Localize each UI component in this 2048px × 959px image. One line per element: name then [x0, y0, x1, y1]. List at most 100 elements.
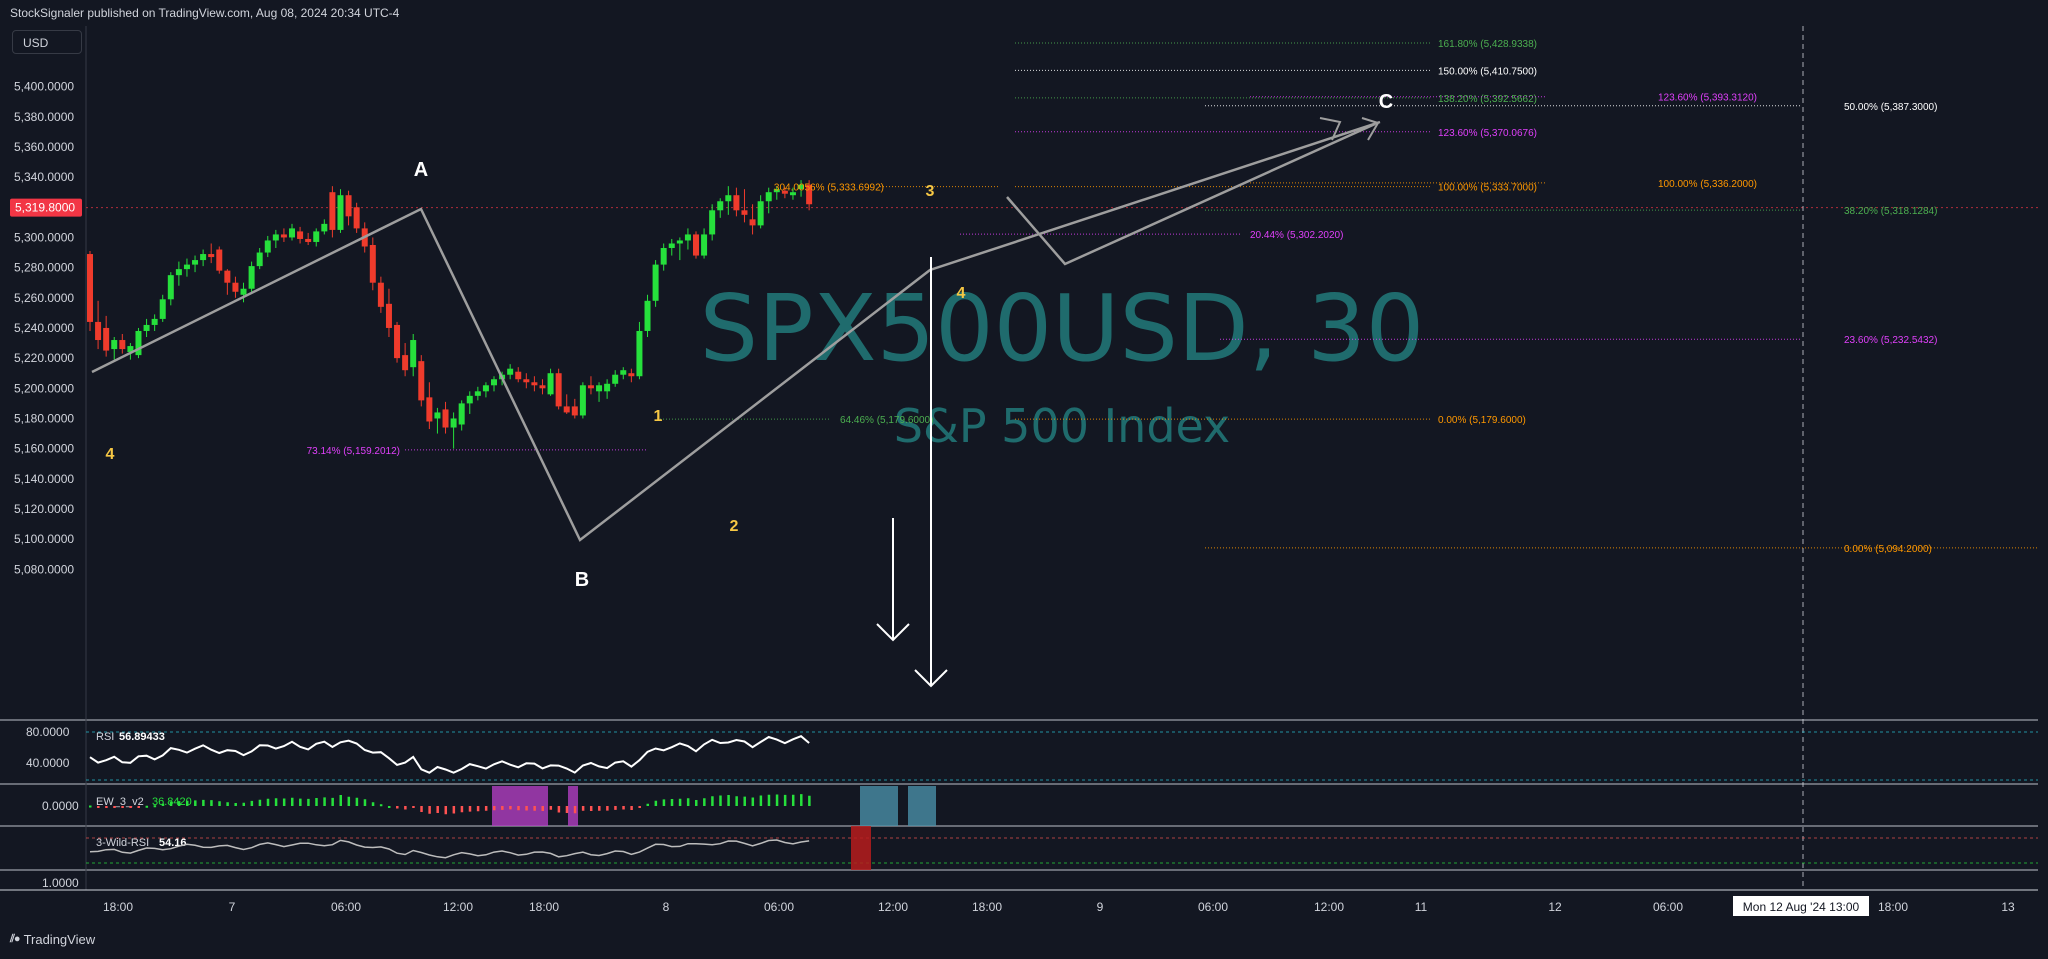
time-tick-label: 12:00 — [443, 900, 473, 914]
ew-histogram-bar — [250, 800, 254, 806]
candle-body — [418, 361, 425, 401]
ew-histogram-bar — [396, 806, 399, 809]
candle-body — [410, 340, 417, 368]
candle-body — [200, 254, 207, 261]
candle-body — [563, 406, 570, 413]
ew-histogram-bar — [581, 806, 585, 811]
time-tick-label: 06:00 — [1653, 900, 1683, 914]
ew-histogram-bar — [161, 803, 165, 806]
ew-histogram-bar — [695, 800, 698, 806]
candle-body — [135, 330, 142, 356]
fib-level-label: 304.0056% (5,333.6992) — [774, 183, 884, 194]
ew-histogram-bar — [185, 800, 189, 806]
fib-level-label: 50.00% (5,387.3000) — [1844, 102, 1937, 113]
fib-level-label: 100.00% (5,336.2000) — [1658, 179, 1757, 190]
ew-histogram-bar — [468, 806, 472, 812]
fib-level-label: 0.00% (5,094.2000) — [1844, 544, 1932, 555]
ew-histogram-bar — [218, 801, 221, 806]
time-tick-label: 8 — [663, 900, 670, 914]
ew-histogram-bar — [549, 806, 553, 810]
watermark-symbol: SPX500USD, 30 — [700, 275, 1425, 382]
fib-level-label: 150.00% (5,410.7500) — [1438, 66, 1537, 77]
ew-histogram-bar — [541, 806, 544, 811]
ew-histogram-bar — [662, 799, 666, 806]
candle-body — [668, 243, 675, 249]
candle-body — [240, 288, 247, 295]
candle-body — [579, 385, 586, 416]
candle-body — [628, 373, 635, 377]
candle-body — [377, 282, 384, 307]
candle-body — [426, 397, 433, 422]
price-tick-label: 5,360.0000 — [14, 140, 74, 154]
ew-histogram-bar — [387, 806, 391, 808]
ew-histogram-bar — [509, 806, 512, 810]
chart[interactable]: SPX500USD, 30 S&P 500 Index 5,400.0000 5,38… — [0, 0, 2048, 959]
ew-histogram-bar — [800, 794, 803, 806]
rsi-axis-label: 80.0000 — [26, 725, 70, 739]
rsi-name: RSI — [96, 731, 114, 743]
candle-body — [232, 282, 239, 292]
candle-body — [636, 330, 643, 377]
ew-histogram-bar — [282, 798, 286, 806]
fib-level-label: 73.14% (5,159.2012) — [307, 446, 400, 457]
ew-histogram-bar — [291, 797, 294, 806]
time-tick-label: 7 — [229, 900, 236, 914]
time-tick-label: 12 — [1548, 900, 1562, 914]
fib-level-label: 0.00% (5,179.6000) — [1438, 415, 1526, 426]
price-tick-label: 5,200.0000 — [14, 381, 74, 395]
rsi-line — [89, 735, 810, 774]
ew-histogram-bar — [638, 806, 641, 808]
candle-body — [289, 228, 295, 238]
ew-histogram-bar — [484, 806, 488, 811]
ew-histogram-bar — [363, 799, 367, 806]
ew-histogram-bar — [420, 806, 423, 812]
wave-label: C — [1379, 91, 1393, 113]
ew-histogram-bar — [404, 806, 407, 810]
candle-body — [450, 418, 457, 428]
tradingview-brand[interactable]: ⫽● TradingView — [10, 932, 95, 947]
ew-histogram-bar — [347, 796, 351, 806]
candle-body — [167, 275, 174, 300]
candle-body — [103, 327, 110, 351]
candle-body — [474, 391, 481, 396]
ew-histogram-bar — [678, 798, 682, 806]
ew-histogram-bar — [622, 806, 625, 810]
fib-level-label: 123.60% (5,393.3120) — [1658, 93, 1757, 104]
ew-histogram-bar — [177, 801, 181, 806]
ew-histogram-bar — [460, 806, 464, 813]
fib-level-label: 64.46% (5,179.6000) — [840, 415, 933, 426]
ew-highlight — [492, 786, 548, 826]
currency-selector[interactable]: USD — [12, 30, 82, 54]
fib-level-label: 123.60% (5,370.0676) — [1438, 128, 1537, 139]
candle-body — [345, 195, 352, 217]
ew-histogram-bar — [153, 805, 157, 808]
candle-body — [741, 210, 748, 215]
candle-body — [95, 321, 102, 341]
ew-histogram-bar — [444, 806, 448, 815]
ew-histogram-bar — [783, 794, 787, 806]
ew-name: EW_3_v2 — [96, 796, 144, 808]
ew-histogram-bar — [169, 801, 173, 806]
wave-label: B — [575, 569, 589, 591]
ew-histogram-bar — [412, 806, 415, 808]
candle-body — [482, 385, 489, 392]
ew-histogram-bar — [202, 799, 205, 806]
wild-value: 54.16 — [159, 837, 187, 849]
candle-body — [280, 234, 287, 238]
brand-label: TradingView — [23, 932, 96, 947]
ew-histogram-bar — [654, 800, 658, 806]
ew-histogram-bar — [105, 806, 108, 808]
candle-body — [539, 385, 546, 389]
ew-histogram-bar — [266, 798, 270, 806]
candle-body — [458, 403, 465, 425]
time-tick-label: 18:00 — [1878, 900, 1908, 914]
price-tick-label: 5,120.0000 — [14, 502, 74, 516]
candle-body — [329, 192, 336, 230]
ew-histogram-bar — [589, 806, 593, 811]
candle-body — [337, 195, 344, 230]
candle-body — [612, 374, 619, 384]
candle-body — [111, 340, 118, 350]
ew-histogram-bar — [501, 806, 504, 810]
price-tick-label: 5,300.0000 — [14, 230, 74, 244]
price-tick-label: 5,140.0000 — [14, 472, 74, 486]
